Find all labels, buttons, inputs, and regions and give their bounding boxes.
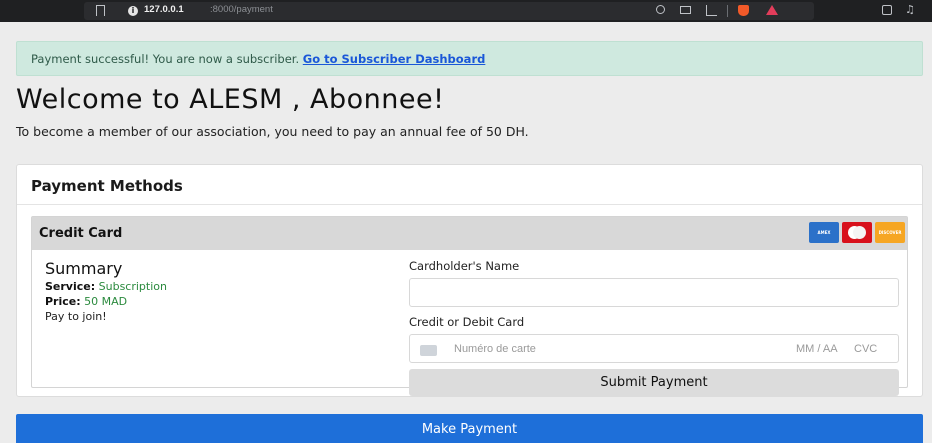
card-number-placeholder[interactable]: Numéro de carte xyxy=(454,343,536,355)
credit-card-header[interactable]: Credit Card AMEX DISCOVER xyxy=(32,217,907,250)
site-info-icon[interactable]: i xyxy=(128,6,138,16)
expiry-placeholder[interactable]: MM / AA xyxy=(796,343,838,355)
credit-card-icon xyxy=(420,345,437,356)
payment-methods-card: Payment Methods Credit Card AMEX DISCOVE… xyxy=(16,164,923,397)
price-value: 50 MAD xyxy=(84,295,128,308)
share-icon[interactable] xyxy=(706,5,717,16)
summary-heading: Summary xyxy=(45,259,123,278)
submit-payment-button[interactable]: Submit Payment xyxy=(409,369,899,396)
alert-message: Payment successful! You are now a subscr… xyxy=(31,52,300,66)
price-label: Price: xyxy=(45,295,81,308)
url-path: :8000/payment xyxy=(210,4,273,15)
credit-card-panel: Credit Card AMEX DISCOVER Summary Servic… xyxy=(31,216,908,396)
browser-toolbar: i 127.0.0.1 :8000/payment ♫ xyxy=(0,0,932,22)
cvc-placeholder[interactable]: CVC xyxy=(854,343,877,355)
amex-icon: AMEX xyxy=(809,222,839,243)
page-title: Welcome to ALESM , Abonnee! xyxy=(16,84,445,115)
card-element[interactable]: Numéro de carte MM / AA CVC xyxy=(409,334,899,363)
service-value: Subscription xyxy=(98,280,167,293)
credit-card-label: Credit Card xyxy=(39,226,123,241)
summary-note: Pay to join! xyxy=(45,310,107,323)
discover-icon: DISCOVER xyxy=(875,222,905,243)
payment-methods-heading: Payment Methods xyxy=(17,165,922,205)
brave-rewards-icon[interactable] xyxy=(766,5,778,15)
mastercard-icon xyxy=(842,222,872,243)
order-summary: Summary Service: Subscription Price: 50 … xyxy=(45,259,167,324)
media-icon[interactable]: ♫ xyxy=(905,3,916,16)
service-label: Service: xyxy=(45,280,96,293)
brave-shields-icon[interactable] xyxy=(738,5,749,16)
reader-mode-icon[interactable] xyxy=(680,6,691,14)
make-payment-button[interactable]: Make Payment xyxy=(16,414,923,443)
url-host: 127.0.0.1 xyxy=(144,4,184,15)
summary-service: Service: Subscription xyxy=(45,279,167,294)
zoom-icon[interactable] xyxy=(656,5,665,14)
bookmark-icon[interactable] xyxy=(96,5,105,16)
cardholder-label: Cardholder's Name xyxy=(409,259,520,273)
intro-text: To become a member of our association, y… xyxy=(16,124,529,139)
extensions-icon[interactable] xyxy=(882,5,892,15)
card-label: Credit or Debit Card xyxy=(409,315,525,329)
toolbar-separator xyxy=(727,5,728,17)
subscriber-dashboard-link[interactable]: Go to Subscriber Dashboard xyxy=(303,52,486,66)
card-logos: AMEX DISCOVER xyxy=(809,222,905,243)
summary-price: Price: 50 MAD xyxy=(45,294,167,309)
payment-form: Cardholder's Name Credit or Debit Card N… xyxy=(409,259,899,396)
address-bar[interactable] xyxy=(84,2,814,20)
cardholder-name-input[interactable] xyxy=(409,278,899,307)
success-alert: Payment successful! You are now a subscr… xyxy=(16,41,923,76)
